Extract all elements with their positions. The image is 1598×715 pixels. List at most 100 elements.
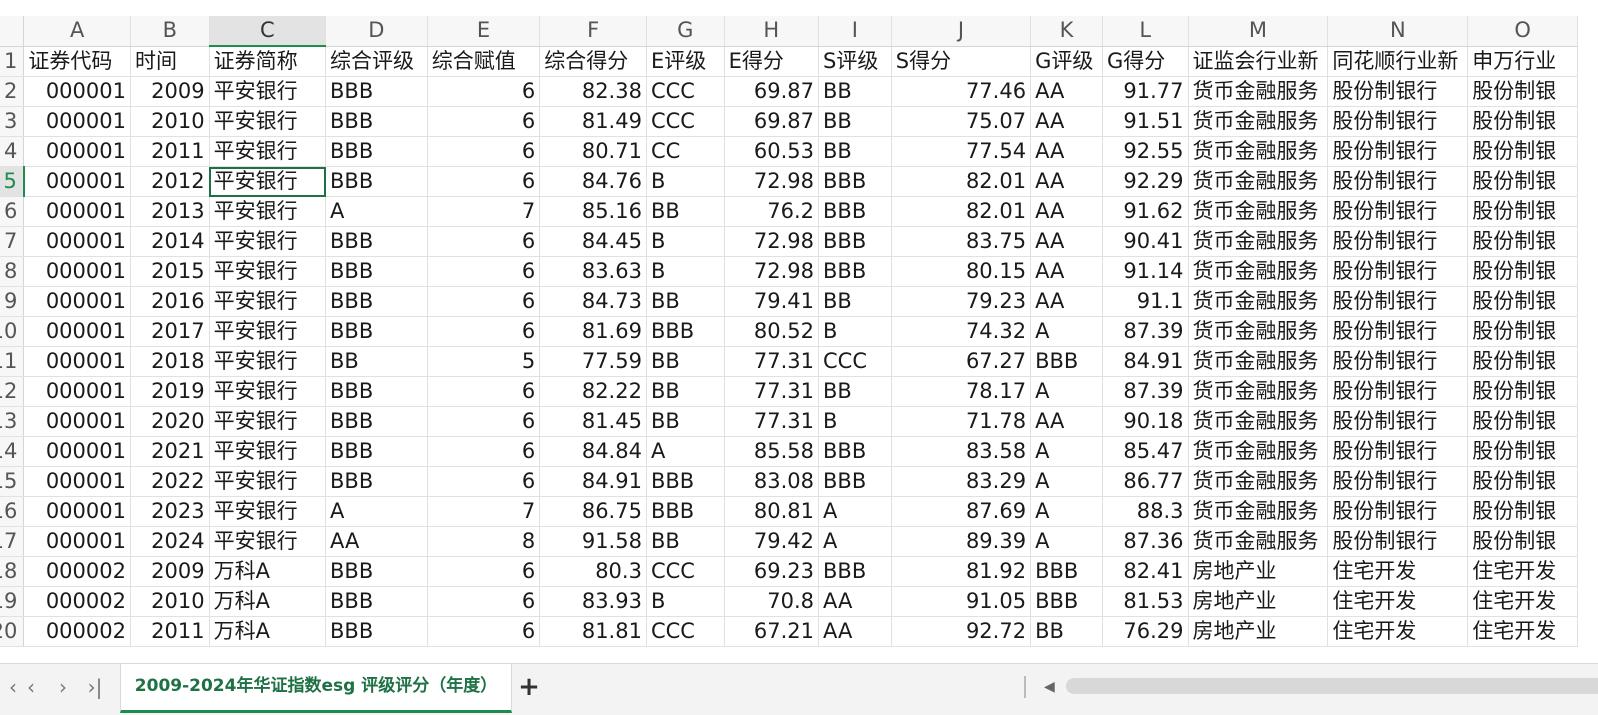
- cell-L[interactable]: 90.41: [1102, 226, 1189, 257]
- cell-L[interactable]: 81.53: [1102, 586, 1189, 617]
- cell-E[interactable]: 6: [427, 136, 541, 167]
- cell-H[interactable]: 72.98: [724, 166, 820, 197]
- cell-J[interactable]: 77.46: [891, 76, 1032, 107]
- cell-F[interactable]: 80.71: [539, 136, 647, 167]
- cell-N[interactable]: 股份制银行: [1327, 166, 1469, 197]
- cell-B[interactable]: 2015: [130, 256, 210, 287]
- cell-A[interactable]: 证券代码: [23, 46, 131, 77]
- cell-L[interactable]: 82.41: [1102, 556, 1189, 587]
- cell-C[interactable]: 平安银行: [209, 256, 327, 287]
- cell-F[interactable]: 82.38: [539, 76, 647, 107]
- cell-N[interactable]: 住宅开发: [1327, 556, 1469, 587]
- cell-C[interactable]: 平安银行: [209, 316, 327, 347]
- row-header[interactable]: 10: [0, 316, 25, 347]
- cell-F[interactable]: 81.69: [539, 316, 647, 347]
- row-header[interactable]: 20: [0, 616, 25, 647]
- cell-I[interactable]: BBB: [818, 556, 892, 587]
- cell-G[interactable]: CCC: [646, 616, 725, 647]
- cell-E[interactable]: 6: [427, 466, 541, 497]
- cell-L[interactable]: 91.14: [1102, 256, 1189, 287]
- cell-I[interactable]: BBB: [818, 196, 892, 227]
- cell-D[interactable]: BBB: [325, 586, 428, 617]
- column-header-J[interactable]: J: [891, 16, 1032, 47]
- cell-O[interactable]: 股份制银: [1467, 496, 1578, 527]
- row-header[interactable]: 13: [0, 406, 25, 437]
- row-header[interactable]: 17: [0, 526, 25, 557]
- cell-J[interactable]: 79.23: [891, 286, 1032, 317]
- cell-B[interactable]: 2012: [130, 166, 210, 197]
- cell-H[interactable]: 77.31: [724, 346, 820, 377]
- cell-B[interactable]: 2016: [130, 286, 210, 317]
- cell-I[interactable]: AA: [818, 616, 892, 647]
- cell-E[interactable]: 7: [427, 496, 541, 527]
- cell-H[interactable]: 60.53: [724, 136, 820, 167]
- column-header-E[interactable]: E: [427, 16, 541, 47]
- cell-K[interactable]: BBB: [1030, 346, 1103, 377]
- cell-C[interactable]: 证券简称: [209, 46, 327, 77]
- cell-J[interactable]: 74.32: [891, 316, 1032, 347]
- cell-N[interactable]: 股份制银行: [1327, 256, 1469, 287]
- scroll-left-icon[interactable]: ◀: [1044, 672, 1058, 702]
- cell-A[interactable]: 000001: [23, 406, 131, 437]
- cell-K[interactable]: BB: [1030, 616, 1103, 647]
- cell-L[interactable]: 87.39: [1102, 376, 1189, 407]
- cell-M[interactable]: 货币金融服务: [1188, 376, 1329, 407]
- cell-M[interactable]: 房地产业: [1188, 556, 1329, 587]
- cell-O[interactable]: 股份制银: [1467, 376, 1578, 407]
- cell-O[interactable]: 股份制银: [1467, 466, 1578, 497]
- cell-H[interactable]: 77.31: [724, 406, 820, 437]
- cell-J[interactable]: 91.05: [891, 586, 1032, 617]
- cell-C[interactable]: 平安银行: [209, 286, 327, 317]
- cell-A[interactable]: 000001: [23, 226, 131, 257]
- cell-C[interactable]: 平安银行: [209, 526, 327, 557]
- cell-I[interactable]: S评级: [818, 46, 892, 77]
- cell-I[interactable]: B: [818, 406, 892, 437]
- cell-D[interactable]: A: [325, 496, 428, 527]
- cell-B[interactable]: 2019: [130, 376, 210, 407]
- cell-J[interactable]: 83.29: [891, 466, 1032, 497]
- column-header-I[interactable]: I: [818, 16, 892, 47]
- active-cell[interactable]: 平安银行: [209, 166, 327, 197]
- cell-H[interactable]: 72.98: [724, 256, 820, 287]
- cell-N[interactable]: 股份制银行: [1327, 286, 1469, 317]
- cell-A[interactable]: 000002: [23, 616, 131, 647]
- cell-D[interactable]: BBB: [325, 556, 428, 587]
- prev-sheet-icon[interactable]: ‹: [18, 672, 44, 702]
- cell-J[interactable]: 75.07: [891, 106, 1032, 137]
- next-sheet-icon[interactable]: ›: [50, 672, 76, 702]
- cell-N[interactable]: 股份制银行: [1327, 466, 1469, 497]
- cell-A[interactable]: 000001: [23, 436, 131, 467]
- cell-A[interactable]: 000002: [23, 586, 131, 617]
- cell-F[interactable]: 83.93: [539, 586, 647, 617]
- cell-M[interactable]: 货币金融服务: [1188, 406, 1329, 437]
- cell-M[interactable]: 货币金融服务: [1188, 256, 1329, 287]
- cell-B[interactable]: 2024: [130, 526, 210, 557]
- cell-G[interactable]: CCC: [646, 106, 725, 137]
- cell-D[interactable]: BBB: [325, 76, 428, 107]
- cell-C[interactable]: 万科A: [209, 556, 327, 587]
- cell-H[interactable]: 80.52: [724, 316, 820, 347]
- cell-G[interactable]: BB: [646, 196, 725, 227]
- cell-H[interactable]: 72.98: [724, 226, 820, 257]
- cell-I[interactable]: BBB: [818, 226, 892, 257]
- cell-F[interactable]: 84.76: [539, 166, 647, 197]
- cell-F[interactable]: 84.91: [539, 466, 647, 497]
- cell-G[interactable]: CCC: [646, 76, 725, 107]
- row-header[interactable]: 4: [0, 136, 25, 167]
- column-header-C[interactable]: C: [209, 16, 327, 47]
- cell-M[interactable]: 货币金融服务: [1188, 196, 1329, 227]
- cell-J[interactable]: 83.58: [891, 436, 1032, 467]
- cell-N[interactable]: 股份制银行: [1327, 526, 1469, 557]
- cell-H[interactable]: 69.87: [724, 106, 820, 137]
- cell-B[interactable]: 2010: [130, 106, 210, 137]
- cell-E[interactable]: 6: [427, 286, 541, 317]
- cell-N[interactable]: 股份制银行: [1327, 136, 1469, 167]
- cell-C[interactable]: 平安银行: [209, 496, 327, 527]
- cell-D[interactable]: A: [325, 196, 428, 227]
- cell-G[interactable]: E评级: [646, 46, 725, 77]
- row-header[interactable]: 11: [0, 346, 25, 377]
- cell-J[interactable]: 67.27: [891, 346, 1032, 377]
- cell-O[interactable]: 股份制银: [1467, 346, 1578, 377]
- cell-A[interactable]: 000002: [23, 556, 131, 587]
- cell-I[interactable]: BBB: [818, 466, 892, 497]
